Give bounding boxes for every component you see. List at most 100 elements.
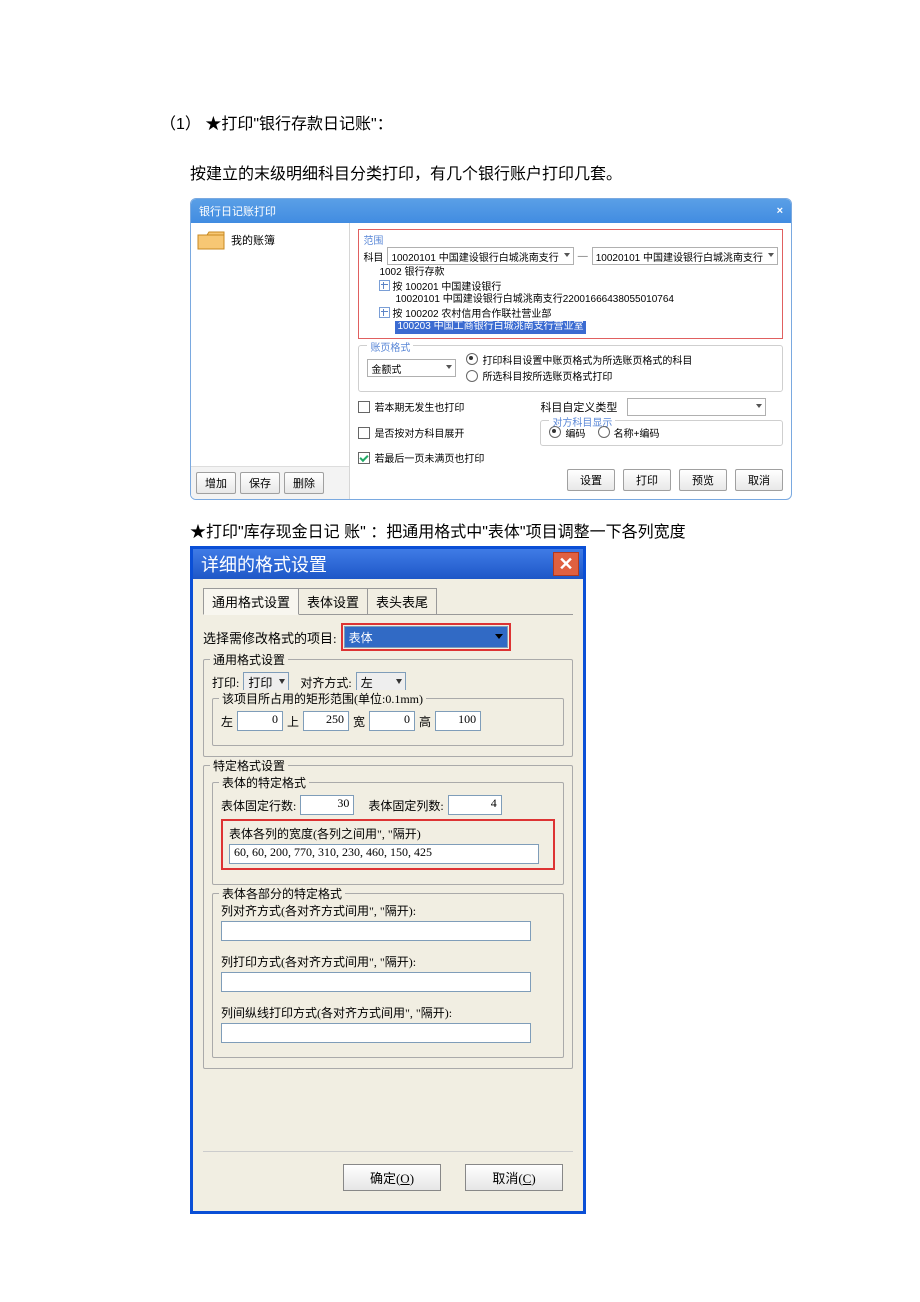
ok-label: 确定(O): [370, 1171, 414, 1186]
intro-line-3: ★打印"库存现金日记 账" ：把通用格式中"表体"项目调整一下各列宽度: [60, 518, 860, 542]
fmt-option-2-label: 所选科目按所选账页格式打印: [482, 368, 612, 383]
rect-width-label: 宽: [353, 713, 365, 730]
select-item-label: 选择需修改格式的项目:: [203, 628, 337, 647]
opp-namecode-radio[interactable]: 名称+编码: [598, 425, 660, 440]
rect-top-input[interactable]: 250: [303, 711, 349, 731]
specific-format-group: 特定格式设置 表体的特定格式 表体固定行数: 30 表体固定列数: 4 表体各列…: [203, 765, 573, 1069]
fix-cols-input[interactable]: 4: [448, 795, 502, 815]
range-highlight-box: 范围 科目 10020101 中国建设银行白城洮南支行 — 10020101 中…: [358, 229, 783, 339]
expand-opposite-label: 是否按对方科目展开: [374, 425, 464, 440]
checkbox-icon: [358, 452, 370, 464]
body-format-legend: 表体的特定格式: [219, 774, 309, 791]
subject-from-combo[interactable]: 10020101 中国建设银行白城洮南支行: [387, 247, 573, 265]
cancel-button[interactable]: 取消: [735, 469, 783, 491]
select-item-highlight: 表体: [341, 623, 511, 651]
rect-left-input[interactable]: 0: [237, 711, 283, 731]
page-format-group: 账页格式 金额式 打印科目设置中账页格式为所选账页格式的科目 所选科目按所选账页…: [358, 345, 783, 392]
print-combo[interactable]: 打印: [243, 672, 289, 692]
my-book-node[interactable]: 我的账簿: [197, 229, 343, 251]
subject-to-value: 10020101 中国建设银行白城洮南支行: [596, 249, 763, 264]
dialog2-tabs: 通用格式设置 表体设置 表头表尾: [203, 587, 573, 615]
radio-icon: [598, 426, 610, 438]
fmt-option-1[interactable]: 打印科目设置中账页格式为所选账页格式的科目: [466, 352, 692, 367]
expand-icon[interactable]: [379, 280, 390, 291]
col-widths-highlight: 表体各列的宽度(各列之间用", "隔开) 60, 60, 200, 770, 3…: [221, 819, 555, 870]
align-combo[interactable]: 左: [356, 672, 406, 692]
col-widths-input[interactable]: 60, 60, 200, 770, 310, 230, 460, 150, 42…: [229, 844, 539, 864]
rect-left-label: 左: [221, 713, 233, 730]
subject-tree-dropdown[interactable]: 1002 银行存款 按 100201 中国建设银行 10020101 中国建设银…: [379, 267, 778, 334]
dialog1-footer: 设置 打印 预览 取消: [358, 465, 783, 491]
detailed-format-dialog: 详细的格式设置 ✕ 通用格式设置 表体设置 表头表尾 选择需修改格式的项目: 表…: [190, 546, 586, 1214]
select-item-combo[interactable]: 表体: [344, 626, 508, 648]
radio-icon: [549, 426, 561, 438]
tree-node-1002[interactable]: 1002 银行存款: [379, 267, 778, 280]
preview-button[interactable]: 预览: [679, 469, 727, 491]
delete-button[interactable]: 删除: [284, 472, 324, 494]
close-icon[interactable]: ✕: [553, 552, 579, 576]
body-format-group: 表体的特定格式 表体固定行数: 30 表体固定列数: 4 表体各列的宽度(各列之…: [212, 782, 564, 885]
align-value: 左: [361, 674, 373, 691]
tab-general-format[interactable]: 通用格式设置: [203, 588, 299, 615]
dialog2-title: 详细的格式设置: [201, 551, 327, 577]
dialog1-left-pane: 我的账簿 增加 保存 删除: [191, 223, 350, 499]
amount-style-combo[interactable]: 金额式: [367, 359, 456, 377]
opposite-display-group: 对方科目显示 编码 名称+编码: [540, 420, 783, 447]
checkbox-icon: [358, 401, 370, 413]
tab-header-footer[interactable]: 表头表尾: [367, 588, 437, 614]
tree-node-100203-selected[interactable]: 100203 中国工商银行白城洮南支行营业室: [395, 321, 585, 334]
general-format-group: 通用格式设置 打印: 打印 对齐方式: 左 该项目所占用的矩形范围(单位:0.1…: [203, 659, 573, 757]
specific-format-legend: 特定格式设置: [210, 757, 288, 774]
tab-body-settings[interactable]: 表体设置: [298, 588, 368, 614]
col-align-input[interactable]: [221, 921, 531, 941]
tree-node-100202[interactable]: 100202 农村信用合作联社营业部: [405, 309, 551, 320]
ok-button[interactable]: 确定(O): [343, 1164, 441, 1191]
col-vline-input[interactable]: [221, 1023, 531, 1043]
dialog1-title: 银行日记账打印: [199, 203, 276, 219]
expand-icon[interactable]: [379, 307, 390, 318]
save-button[interactable]: 保存: [240, 472, 280, 494]
cancel-label: 取消(C): [492, 1171, 535, 1186]
print-button[interactable]: 打印: [623, 469, 671, 491]
subject-to-combo[interactable]: 10020101 中国建设银行白城洮南支行: [592, 247, 778, 265]
checkbox-icon: [358, 427, 370, 439]
rect-height-input[interactable]: 100: [435, 711, 481, 731]
cancel-button[interactable]: 取消(C): [465, 1164, 563, 1191]
col-vline-label: 列间纵线打印方式(各对齐方式间用", "隔开):: [221, 1004, 555, 1021]
opp-namecode-label: 名称+编码: [614, 425, 660, 440]
custom-type-combo[interactable]: [627, 398, 766, 416]
folder-icon: [197, 229, 225, 251]
rect-top-label: 上: [287, 713, 299, 730]
fix-rows-input[interactable]: 30: [300, 795, 354, 815]
range-group-title: 范围: [363, 232, 778, 247]
col-print-input[interactable]: [221, 972, 531, 992]
body-parts-legend: 表体各部分的特定格式: [219, 885, 345, 902]
tree-node-100201[interactable]: 100201 中国建设银行: [405, 282, 501, 293]
my-book-label: 我的账簿: [231, 232, 275, 248]
tree-node-10020101[interactable]: 10020101 中国建设银行白城洮南支行2200166643805501076…: [379, 294, 778, 307]
print-if-none-label: 若本期无发生也打印: [374, 399, 464, 414]
intro-line-2: 按建立的末级明细科目分类打印，有几个银行账户打印几套。: [60, 160, 860, 184]
rect-width-input[interactable]: 0: [369, 711, 415, 731]
rect-range-legend: 该项目所占用的矩形范围(单位:0.1mm): [219, 690, 426, 707]
settings-button[interactable]: 设置: [567, 469, 615, 491]
rect-height-label: 高: [419, 713, 431, 730]
col-align-label: 列对齐方式(各对齐方式间用", "隔开):: [221, 902, 555, 919]
dialog1-left-buttons: 增加 保存 删除: [191, 467, 349, 499]
add-button[interactable]: 增加: [196, 472, 236, 494]
fmt-option-2[interactable]: 所选科目按所选账页格式打印: [466, 368, 612, 383]
print-last-notfull-label: 若最后一页未满页也打印: [374, 450, 484, 465]
dialog2-footer: 确定(O) 取消(C): [203, 1151, 573, 1201]
print-if-none-checkbox[interactable]: 若本期无发生也打印: [358, 398, 528, 416]
fix-cols-label: 表体固定列数:: [368, 797, 443, 814]
bank-journal-print-dialog: 银行日记账打印 × 我的账簿 增加 保存 删除: [190, 198, 792, 500]
custom-type-label: 科目自定义类型: [540, 399, 617, 415]
amount-style-value: 金额式: [371, 361, 401, 376]
select-item-value: 表体: [349, 629, 373, 646]
print-last-notfull-checkbox[interactable]: 若最后一页未满页也打印: [358, 450, 528, 465]
expand-opposite-checkbox[interactable]: 是否按对方科目展开: [358, 420, 528, 447]
close-icon[interactable]: ×: [777, 205, 783, 217]
col-widths-label: 表体各列的宽度(各列之间用", "隔开): [229, 825, 547, 842]
rect-range-group: 该项目所占用的矩形范围(单位:0.1mm) 左 0 上 250 宽 0 高 10…: [212, 698, 564, 746]
radio-icon: [466, 370, 478, 382]
